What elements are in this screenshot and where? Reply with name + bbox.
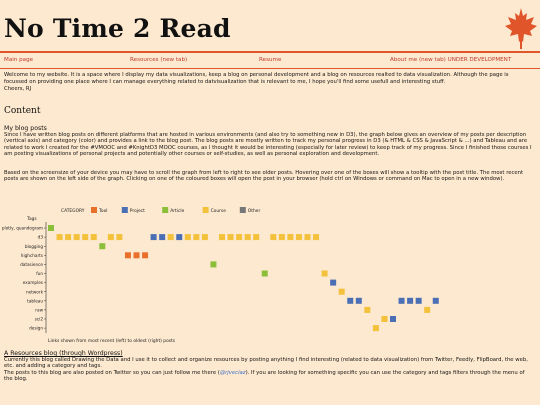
blog-description: Since I have written blog posts on diffe… <box>4 132 532 158</box>
resources-blog-link[interactable]: A Resources blog (through Wordpress) <box>4 350 123 357</box>
post-box[interactable] <box>90 234 97 241</box>
post-box[interactable] <box>372 325 379 332</box>
post-box[interactable] <box>73 234 80 241</box>
blog-posts-chart: Tags CATEGORY Tool Project Article Course Othe… <box>2 207 439 344</box>
post-box[interactable] <box>107 234 114 241</box>
legend-label-project: Project <box>130 208 145 214</box>
post-box[interactable] <box>184 234 191 241</box>
post-box[interactable] <box>99 243 106 250</box>
resources-text: Currently this blog called Drawing the D… <box>4 357 532 383</box>
tick-label: datasience <box>20 262 43 267</box>
legend-swatch-other <box>239 207 246 213</box>
post-box[interactable] <box>219 234 225 241</box>
post-box[interactable] <box>56 234 63 241</box>
tick-label: design <box>29 326 43 331</box>
post-box[interactable] <box>48 225 54 231</box>
post-box[interactable] <box>159 234 166 241</box>
post-box[interactable] <box>381 316 388 322</box>
post-box[interactable] <box>390 316 396 322</box>
nav-bottom-rule <box>0 68 540 69</box>
post-box[interactable] <box>347 297 354 304</box>
resources-text-2: The posts to this blog are also posted o… <box>4 370 532 383</box>
post-box[interactable] <box>65 234 72 241</box>
tick-label: sci2 <box>35 317 44 322</box>
post-box[interactable] <box>150 234 157 241</box>
legend-swatch-tool <box>91 207 97 213</box>
post-box[interactable] <box>201 234 208 241</box>
nav-resume[interactable]: Resume <box>259 57 281 63</box>
tick-label: raw <box>35 308 43 313</box>
nav-main-page[interactable]: Main page <box>4 57 33 63</box>
resources-text-1: Currently this blog called Drawing the D… <box>4 357 528 370</box>
post-box[interactable] <box>313 234 320 241</box>
tick-label: network <box>26 289 44 294</box>
post-box[interactable] <box>261 270 268 277</box>
post-box[interactable] <box>244 234 251 241</box>
intro-signoff: Cheers, RJ <box>4 86 32 92</box>
tick-label: tableau <box>27 298 43 303</box>
resources-text-2-before: The posts to this blog are also posted o… <box>4 369 220 376</box>
content-heading: Content <box>4 106 41 116</box>
post-box[interactable] <box>355 297 362 304</box>
post-box[interactable] <box>133 252 140 259</box>
post-box[interactable] <box>432 297 439 304</box>
intro-text: Welcome to my website. It is a space whe… <box>4 72 509 85</box>
post-box[interactable] <box>253 234 260 241</box>
maple-leaf-logo <box>505 8 537 49</box>
legend-label-tool: Tool <box>98 208 108 214</box>
legend-label-course: Course <box>211 208 227 214</box>
tick-label: highcharts <box>21 253 43 258</box>
post-box[interactable] <box>398 297 405 304</box>
tick-label: examples <box>23 280 43 285</box>
nav-resources[interactable]: Resources (new tab) <box>130 57 187 63</box>
post-box[interactable] <box>287 234 294 241</box>
post-box[interactable] <box>407 297 414 304</box>
legend-swatch-project <box>121 207 128 213</box>
x-axis-caption: Links shown from most recent (left) to o… <box>48 338 176 344</box>
post-box[interactable] <box>338 288 345 295</box>
post-box[interactable] <box>167 234 174 241</box>
legend-title: CATEGORY <box>61 208 85 214</box>
nav-about-me[interactable]: About me (new tab) UNDER DEVELOPMENT <box>390 57 511 63</box>
post-box[interactable] <box>210 261 217 268</box>
post-box[interactable] <box>82 234 89 241</box>
post-box[interactable] <box>304 234 311 241</box>
tick-label: plotly, quandogram <box>2 226 43 231</box>
legend-label-other: Other <box>248 208 261 214</box>
post-box[interactable] <box>176 234 183 241</box>
tick-label: fun <box>36 271 43 276</box>
post-box[interactable] <box>278 234 285 241</box>
post-box[interactable] <box>424 306 431 313</box>
legend-swatch-course <box>202 207 209 213</box>
post-box[interactable] <box>330 279 337 286</box>
post-box[interactable] <box>415 297 422 304</box>
y-axis-title: Tags <box>26 216 37 222</box>
post-box[interactable] <box>227 234 234 241</box>
blog-instructions: Based on the screensize of your device y… <box>4 170 524 183</box>
post-box[interactable] <box>270 234 277 241</box>
nav-top-rule <box>0 51 540 53</box>
post-box[interactable] <box>364 306 371 313</box>
post-box[interactable] <box>236 234 243 241</box>
post-box[interactable] <box>193 234 200 241</box>
legend-swatch-article <box>162 207 169 213</box>
legend-label-article: Article <box>170 208 184 214</box>
tick-label: blogging <box>25 244 44 249</box>
post-box[interactable] <box>116 234 123 241</box>
intro: Welcome to my website. It is a space whe… <box>4 72 532 93</box>
tick-label: d3 <box>38 235 44 240</box>
post-box[interactable] <box>124 252 131 259</box>
site-title: No Time 2 Read <box>4 14 231 43</box>
blog-heading: My blog posts <box>4 125 47 132</box>
twitter-handle-link[interactable]: @rjveciaz <box>220 370 246 376</box>
post-box[interactable] <box>295 234 302 241</box>
post-box[interactable] <box>321 270 328 277</box>
post-box[interactable] <box>142 252 149 259</box>
